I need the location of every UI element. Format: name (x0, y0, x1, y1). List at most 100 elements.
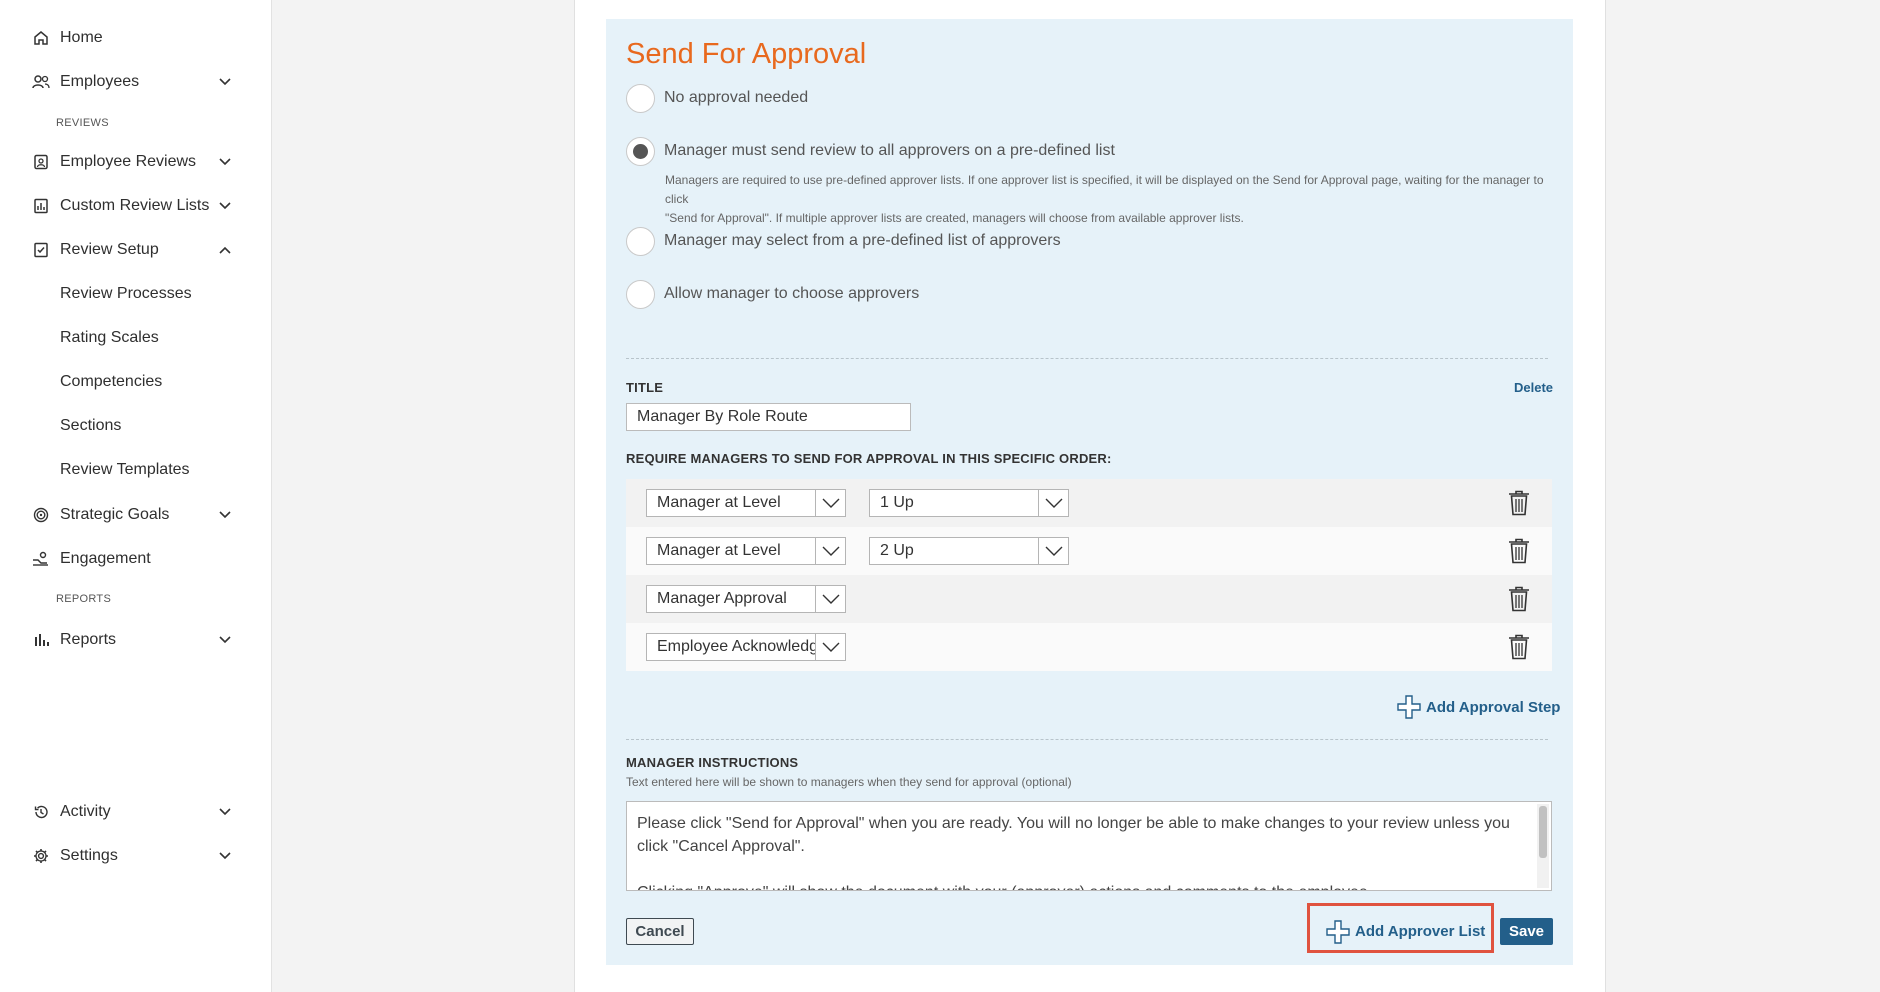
sidebar-item-label: Review Setup (60, 241, 159, 258)
sidebar-item-settings[interactable]: Settings (32, 842, 232, 870)
instructions-help: Text entered here will be shown to manag… (626, 775, 1072, 789)
title-label: TITLE (626, 380, 664, 395)
engagement-icon (32, 550, 50, 568)
sidebar-item-competencies[interactable]: Competencies (60, 373, 162, 391)
chevron-down-icon (1038, 538, 1068, 564)
chevron-down-icon[interactable] (218, 75, 232, 89)
textarea-scrollbar[interactable] (1537, 804, 1549, 888)
radio-no-approval[interactable] (626, 84, 655, 113)
divider (626, 358, 1548, 359)
order-label: REQUIRE MANAGERS TO SEND FOR APPROVAL IN… (626, 451, 1112, 466)
sidebar-item-label: Strategic Goals (60, 506, 170, 523)
sidebar-item-activity[interactable]: Activity (32, 798, 232, 826)
instructions-label: MANAGER INSTRUCTIONS (626, 755, 799, 770)
select-value: Manager at Level (657, 542, 781, 559)
chevron-down-icon[interactable] (218, 199, 232, 213)
badge-icon (32, 153, 50, 171)
add-step-label: Add Approval Step (1426, 698, 1561, 716)
trash-icon[interactable] (1508, 538, 1530, 564)
sidebar: Home Employees REVIEWS Employee Reviews … (0, 0, 272, 992)
sidebar-item-label: Activity (60, 803, 111, 820)
sidebar-item-label: Employee Reviews (60, 153, 197, 170)
radio-predefined-select[interactable] (626, 227, 655, 256)
radio-label: Manager must send review to all approver… (664, 142, 1115, 159)
gear-icon (32, 847, 50, 865)
sidebar-item-label: Reports (60, 631, 117, 648)
chevron-down-icon[interactable] (218, 508, 232, 522)
target-icon (32, 506, 50, 524)
users-icon (32, 73, 50, 91)
cancel-button[interactable]: Cancel (626, 918, 694, 945)
chevron-down-icon[interactable] (218, 155, 232, 169)
chevron-down-icon (1038, 490, 1068, 516)
select-value: 1 Up (880, 494, 914, 511)
sidebar-item-employees[interactable]: Employees (32, 68, 232, 96)
chevron-down-icon[interactable] (218, 805, 232, 819)
radio-manager-choose[interactable] (626, 280, 655, 309)
select-value: Manager at Level (657, 494, 781, 511)
radio-label: No approval needed (664, 89, 809, 106)
instructions-textarea[interactable]: Please click "Send for Approval" when yo… (626, 801, 1552, 891)
radio-label: Manager may select from a pre-defined li… (664, 232, 1061, 249)
instructions-paragraph: Please click "Send for Approval" when yo… (637, 815, 1510, 855)
sidebar-item-strategic-goals[interactable]: Strategic Goals (32, 501, 232, 529)
step-type-select[interactable]: Manager at Level (646, 489, 846, 517)
chevron-down-icon[interactable] (218, 849, 232, 863)
step-type-select[interactable]: Employee Acknowledgement (646, 633, 846, 661)
help-line: Managers are required to use pre-defined… (665, 173, 1544, 206)
trash-icon[interactable] (1508, 586, 1530, 612)
add-approval-step-button[interactable]: Add Approval Step (1396, 694, 1560, 720)
sidebar-item-custom-review-lists[interactable]: Custom Review Lists (32, 192, 232, 220)
select-value: Manager Approval (657, 590, 787, 607)
nav-heading-reports: REPORTS (56, 593, 112, 605)
sidebar-item-home[interactable]: Home (32, 24, 232, 52)
nav-heading-reviews: REVIEWS (56, 117, 109, 129)
plus-icon (1326, 919, 1350, 944)
radio-label: Allow manager to choose approvers (664, 285, 920, 302)
select-value: 2 Up (880, 542, 914, 559)
add-list-label: Add Approver List (1355, 923, 1486, 940)
help-line: "Send for Approval". If multiple approve… (665, 211, 1244, 225)
select-value: Employee Acknowledgement (657, 638, 821, 655)
sidebar-item-label: Settings (60, 847, 118, 864)
divider (626, 739, 1548, 740)
step-level-select[interactable]: 1 Up (869, 489, 1069, 517)
chevron-up-icon[interactable] (218, 243, 232, 257)
instructions-paragraph: Clicking "Approve" will show the documen… (637, 881, 1515, 890)
chevron-down-icon (815, 634, 845, 660)
home-icon (32, 29, 50, 47)
chart-icon (32, 197, 50, 215)
title-input[interactable]: Manager By Role Route (626, 403, 911, 431)
delete-link[interactable]: Delete (1514, 380, 1553, 395)
page-title: Send For Approval (626, 38, 867, 70)
step-type-select[interactable]: Manager at Level (646, 537, 846, 565)
sidebar-item-engagement[interactable]: Engagement (32, 545, 232, 573)
sidebar-item-label: Engagement (60, 550, 151, 567)
step-level-select[interactable]: 2 Up (869, 537, 1069, 565)
plus-icon (1397, 695, 1421, 719)
radio-help-text: Managers are required to use pre-defined… (665, 171, 1565, 228)
sidebar-item-sections[interactable]: Sections (60, 417, 121, 435)
chevron-down-icon[interactable] (218, 633, 232, 647)
sidebar-item-employee-reviews[interactable]: Employee Reviews (32, 148, 232, 176)
step-type-select[interactable]: Manager Approval (646, 585, 846, 613)
radio-predefined-all[interactable] (626, 137, 655, 166)
save-button[interactable]: Save (1500, 918, 1553, 945)
trash-icon[interactable] (1508, 490, 1530, 516)
sidebar-item-reports[interactable]: Reports (32, 626, 232, 654)
history-icon (32, 803, 50, 821)
trash-icon[interactable] (1508, 634, 1530, 660)
bar-chart-icon (32, 631, 50, 649)
scrollbar-thumb[interactable] (1539, 806, 1547, 858)
sidebar-item-review-processes[interactable]: Review Processes (60, 285, 192, 303)
sidebar-item-label: Custom Review Lists (60, 197, 210, 214)
add-approver-list-button[interactable]: Add Approver List (1325, 918, 1485, 945)
chevron-down-icon (815, 538, 845, 564)
sidebar-item-review-templates[interactable]: Review Templates (60, 461, 190, 479)
sidebar-item-label: Employees (60, 73, 140, 90)
chevron-down-icon (815, 586, 845, 612)
sidebar-item-review-setup[interactable]: Review Setup (32, 236, 232, 264)
checklist-icon (32, 241, 50, 259)
chevron-down-icon (815, 490, 845, 516)
sidebar-item-rating-scales[interactable]: Rating Scales (60, 329, 159, 347)
